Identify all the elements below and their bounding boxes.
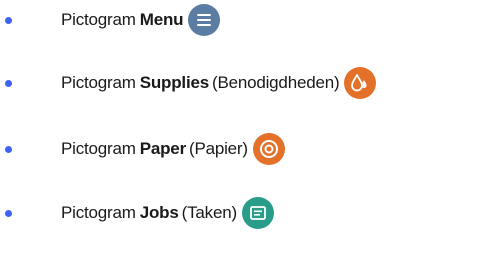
pictogram-translation: (Papier): [188, 139, 248, 158]
pictogram-name: Supplies: [139, 73, 209, 92]
bullet-icon: [5, 16, 12, 24]
bullet-icon: [5, 79, 12, 87]
pictogram-name: Jobs: [139, 203, 179, 222]
bullet-icon: [5, 145, 12, 153]
pictogram-translation: (Taken): [181, 203, 237, 222]
hamburger-menu-icon: [188, 4, 221, 36]
list-item-text: Pictogram Paper (Papier): [61, 129, 285, 169]
list-item-text: Pictogram Menu: [61, 0, 221, 40]
pictogram-translation: (Benodigdheden): [211, 73, 340, 92]
bullet-icon: [5, 209, 12, 217]
pictogram-prefix: Pictogram: [61, 10, 136, 29]
pictogram-name: Paper: [139, 139, 186, 158]
paper-roll-icon: [252, 133, 285, 165]
pictogram-prefix: Pictogram: [61, 73, 136, 92]
list-item-text: Pictogram Supplies (Benodigdheden): [61, 63, 377, 103]
pictogram-prefix: Pictogram: [61, 203, 136, 222]
pictogram-prefix: Pictogram: [61, 139, 136, 158]
pictogram-name: Menu: [139, 10, 184, 29]
jobs-document-icon: [241, 197, 274, 229]
ink-drops-icon: [344, 67, 377, 99]
list-item-text: Pictogram Jobs (Taken): [61, 193, 274, 233]
